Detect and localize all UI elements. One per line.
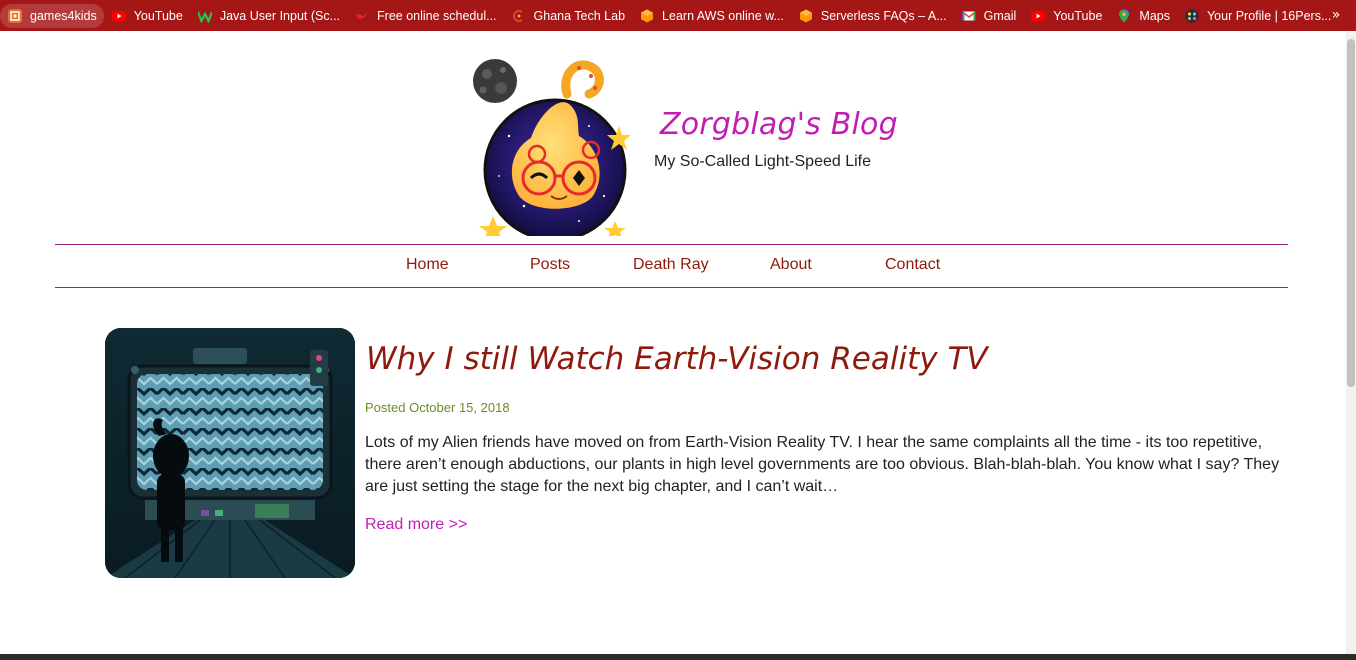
main-nav: Home Posts Death Ray About Contact [55,245,1288,287]
youtube-icon [111,9,126,23]
bookmark-label: Maps [1139,8,1170,23]
bookmark-16personalities[interactable]: Your Profile | 16Pers... [1177,4,1338,28]
bookmark-free-online-scheduling[interactable]: Free online schedul... [347,4,504,28]
bookmark-youtube-2[interactable]: YouTube [1023,4,1109,28]
bookmark-label: YouTube [1053,8,1103,23]
post-title[interactable]: Why I still Watch Earth-Vision Reality T… [366,341,988,377]
site-tagline: My So-Called Light-Speed Life [654,153,872,170]
post-excerpt: Lots of my Alien friends have moved on f… [365,434,1280,495]
bookmark-label: Free online schedul... [377,8,497,23]
bookmark-label: Serverless FAQs – A... [820,8,947,23]
alien-avatar-logo[interactable] [469,56,644,242]
ghana-tech-lab-icon [512,9,526,23]
bookmark-serverless-faqs[interactable]: Serverless FAQs – A... [791,4,954,28]
nav-death-ray[interactable]: Death Ray [633,256,709,274]
16personalities-icon [1185,9,1199,23]
gmail-icon [961,9,976,23]
bookmark-games4kids[interactable]: games4kids [0,3,104,28]
bookmark-label: Ghana Tech Lab [533,8,626,23]
bookmark-ghana-tech-lab[interactable]: Ghana Tech Lab [504,4,633,28]
nav-posts[interactable]: Posts [530,256,570,274]
aws-icon [799,9,813,23]
bookmarks-bar: games4kids YouTube Java User Input (Sc..… [0,0,1356,31]
post-thumbnail[interactable] [105,328,355,578]
bird-icon [355,9,369,23]
nav-home[interactable]: Home [406,256,449,274]
bookmark-youtube[interactable]: YouTube [104,4,190,28]
chevron-double-right-icon[interactable]: » [1324,3,1348,27]
bookmark-java-user-input[interactable]: Java User Input (Sc... [190,4,347,28]
bookmark-gmail[interactable]: Gmail [954,4,1024,28]
post-date: Posted October 15, 2018 [365,400,510,415]
page-content: Zorgblag's Blog My So-Called Light-Speed… [0,31,1346,654]
bookmark-label: Java User Input (Sc... [219,8,341,23]
bookmark-label: Your Profile | 16Pers... [1206,8,1332,23]
read-more-link[interactable]: Read more >> [365,516,467,534]
youtube-icon [1031,9,1046,23]
nav-bottom-divider [55,287,1288,288]
taskbar-edge [0,654,1356,660]
vertical-scrollbar[interactable] [1346,31,1356,654]
bookmark-label: games4kids [30,8,97,23]
w-logo-icon [197,9,212,23]
bookmark-label: Learn AWS online w... [662,8,784,23]
games4kids-icon [8,8,22,23]
bookmark-label: YouTube [133,8,183,23]
scrollbar-thumb[interactable] [1347,39,1355,387]
bookmark-label: Gmail [983,8,1017,23]
nav-contact[interactable]: Contact [885,256,940,274]
bookmark-maps[interactable]: Maps [1109,4,1177,28]
site-title[interactable]: Zorgblag's Blog [660,107,898,142]
nav-about[interactable]: About [770,256,812,274]
maps-pin-icon [1117,9,1131,23]
bookmark-learn-aws[interactable]: Learn AWS online w... [632,4,791,28]
aws-icon [640,9,654,23]
